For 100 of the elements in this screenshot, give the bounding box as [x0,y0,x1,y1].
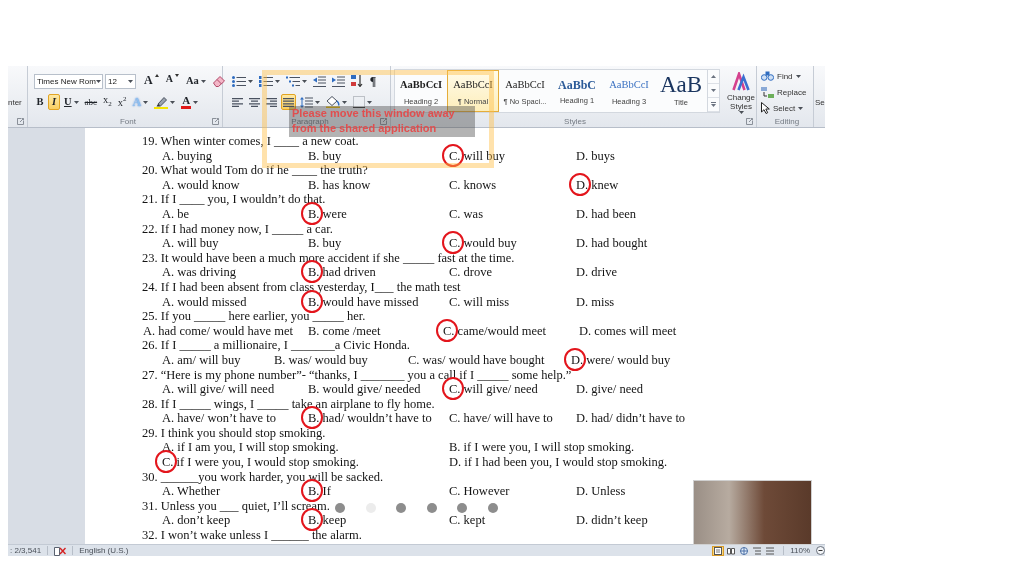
sort-button[interactable] [349,73,365,89]
answer-option: A. buying [162,148,212,163]
open-book-icon [727,546,736,555]
caret-icon [128,79,133,83]
minus-circle-icon [816,546,825,555]
caret-icon [367,100,372,104]
outline-lines-icon [753,546,762,555]
answer-option: D. had/ didn’t have to [576,411,686,426]
cursor-icon [761,102,770,114]
answer-option: B. come /meet [308,323,381,338]
view-button[interactable] [725,545,738,556]
align-center-icon [249,97,260,107]
answer-option: D. drive [576,265,617,280]
answer-option: C. knows [449,177,497,192]
caret-icon [275,79,280,83]
caret-icon [95,79,101,83]
answer-option: D. if I had been you, I would stop smoking. [449,455,668,470]
answer-option: A. will give/ will need [162,382,275,397]
show-marks-button[interactable]: ¶ [367,73,379,89]
question-text: 26. If I _____ a millionaire, I _______a Civic Honda. [142,338,410,353]
view-button[interactable] [712,545,725,556]
answer-option: C. was [449,206,484,221]
strikethrough-button[interactable]: abc [82,94,100,110]
answer-option: D. miss [576,294,615,309]
answer-option: A. would missed [162,294,247,309]
answer-option: C. if I were you, I would stop smoking. [162,455,359,470]
subscript-button[interactable]: x$_{2}$ [101,94,114,110]
caret-up-icon [154,74,159,77]
question-text: 24. If I had been absent from class yesterday, I___ the math test [142,279,461,294]
multilevel-list-icon [286,75,300,87]
question-text: 30. ______you work harder, you will be sacked. [142,469,384,484]
increase-indent-icon [332,75,345,87]
font-size-dropdown[interactable]: 12 [105,73,136,89]
launcher-icon [746,118,753,125]
bold-button[interactable]: B [34,94,46,110]
answer-option: A. was driving [162,265,236,280]
question-text: 19. When winter comes, I ____ a new coat. [142,134,359,148]
page-icon [714,546,723,555]
answer-option: A. had come/ would have met [143,323,293,338]
question-text: 28. If I _____ wings, I _____ take an airplane to fly home. [142,396,435,411]
select-button[interactable]: Select [761,101,804,115]
answer-option: A. have/ won’t have to [162,411,276,426]
bullets-button[interactable] [230,73,255,89]
answer-option: B. would give/ needed [308,382,421,397]
answer-option: C. came/would meet [443,323,547,338]
pager-dot[interactable] [487,503,498,513]
answer-option: D. knew [576,177,619,192]
group-label: Styles [564,116,586,127]
change-styles-button[interactable]: Change Styles [723,69,759,115]
lines-icon [766,546,775,555]
sort-icon [351,75,363,87]
borders-button[interactable] [351,94,374,110]
language-indicator[interactable]: English (U.S.) [79,546,129,555]
question-text: 22. If I had money now, I _____ a car. [142,221,333,236]
answer-option: B. buy [308,148,342,163]
italic-button[interactable]: I [48,94,60,110]
clear-formatting-button[interactable] [210,73,228,89]
numbering-button[interactable] [257,73,282,89]
caret-icon [170,100,176,104]
zoom-level[interactable]: 110% [790,546,810,555]
shading-button[interactable] [324,94,349,110]
highlight-button[interactable] [152,94,178,110]
book-error-icon [54,545,67,556]
answer-option: C. will miss [449,294,510,309]
ribbon-button[interactable]: Se [815,97,825,107]
find-button[interactable]: Find [761,69,801,83]
justify-icon [283,97,294,107]
caret-icon [315,100,320,104]
change-case-button[interactable]: Aa [183,73,208,89]
font-name-dropdown[interactable]: Times New Rom [34,73,103,89]
caret-icon [143,100,149,104]
line-spacing-button[interactable] [298,94,322,110]
superscript-button[interactable]: x$^{2}$ [115,94,129,110]
group-label: Paragraph [291,116,329,126]
launcher-icon [17,118,24,125]
underline-button[interactable]: U [62,94,81,110]
caret-icon [73,100,79,104]
replace-icon [761,86,774,98]
view-button[interactable] [738,545,751,556]
ribbon-button[interactable]: nter [8,97,22,107]
answer-option: D. had been [576,206,637,221]
pager-dot[interactable] [335,503,345,513]
grow-font-button[interactable]: A [142,73,161,89]
group-label: Editing [774,116,800,127]
answer-option: C. would buy [449,236,517,251]
replace-button[interactable]: Replace [761,85,807,99]
word-count[interactable]: : 2/3,541 [10,546,42,555]
font-color-button[interactable]: A [179,94,201,110]
pager-dot[interactable] [426,503,437,513]
pager-dot[interactable] [396,503,407,513]
justify-button[interactable] [281,94,296,110]
answer-option: B. buy [308,236,342,251]
answer-option: D. Unless [576,484,626,499]
answer-option: A. be [162,206,190,221]
pager-dot[interactable] [457,503,468,513]
shrink-font-button[interactable]: A [163,73,181,89]
outdent-button[interactable] [311,73,328,89]
answer-option: C. kept [449,513,486,528]
indent-button[interactable] [330,73,347,89]
answer-option: A. if I am you, I will stop smoking. [162,440,339,455]
